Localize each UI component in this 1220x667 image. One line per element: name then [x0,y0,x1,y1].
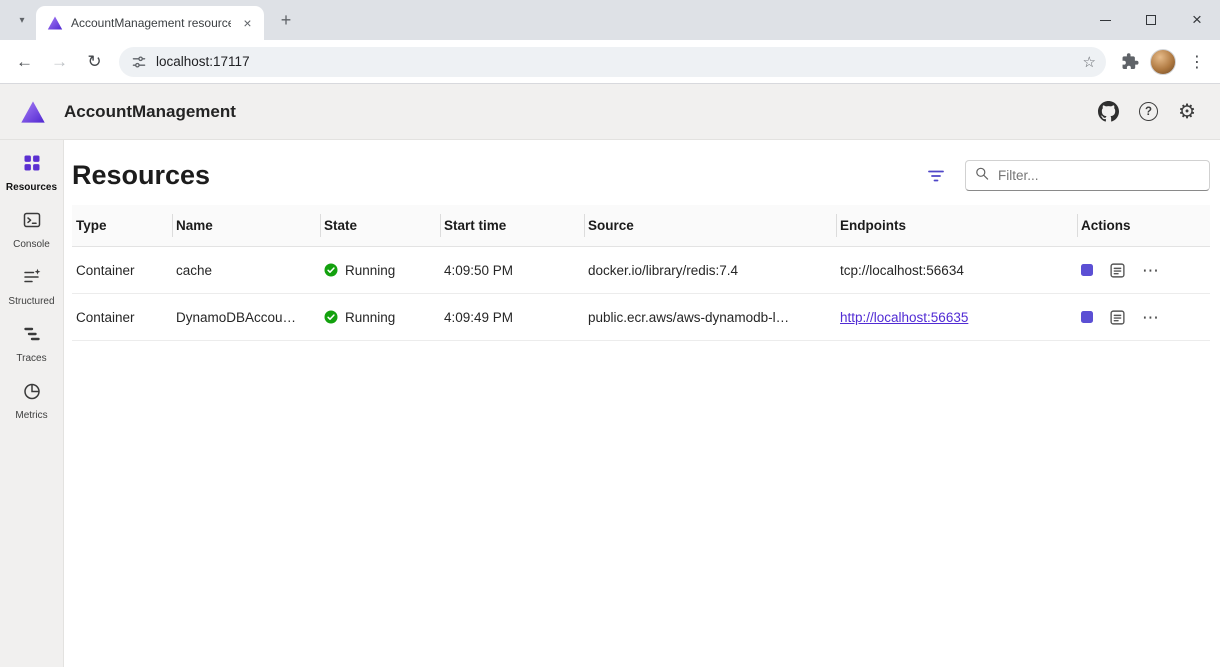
sidebar-item-metrics[interactable]: Metrics [0,372,63,429]
cell-source: public.ecr.aws/aws-dynamodb-l… [588,309,790,325]
structured-logs-icon [22,267,42,292]
settings-gear-icon[interactable]: ⚙ [1178,102,1196,122]
sidebar-label: Console [13,238,50,250]
running-check-icon [324,310,338,324]
minimize-icon [1099,19,1111,21]
tab-title: AccountManagement resources [71,16,231,30]
sidebar-item-console[interactable]: Console [0,201,63,258]
column-header-state: State [320,205,440,246]
sidebar-label: Structured [8,295,55,307]
cell-endpoint: http://localhost:56635 [836,310,1077,325]
tab-close-icon[interactable]: × [239,15,256,32]
console-logs-icon[interactable] [1109,262,1126,279]
cell-type: Container [76,309,135,325]
more-actions-icon[interactable]: ⋯ [1142,309,1159,326]
column-header-source: Source [584,205,836,246]
column-header-type: Type [76,218,107,233]
app-body: Resources Console Structured Traces Metr… [0,140,1220,667]
state-text: Running [345,262,396,278]
browser-toolbar: ← → ↻ localhost:17117 ☆ ⋮ [0,40,1220,84]
cell-source: docker.io/library/redis:7.4 [588,262,739,278]
sidebar-label: Traces [16,352,47,364]
profile-avatar[interactable] [1150,48,1176,75]
stop-button[interactable] [1081,264,1093,276]
search-icon [974,165,990,186]
sidebar-label: Resources [5,181,58,193]
cell-state: Running [320,263,440,278]
sidebar-item-resources[interactable]: Resources [0,144,63,201]
column-header-name: Name [172,205,320,246]
aspire-favicon-icon [47,15,63,31]
resources-table: Type Name State Start time Source Endpoi… [72,205,1210,341]
main-content: Resources Filter... Type Name State Star… [64,140,1220,667]
traces-gantt-icon [22,324,42,349]
new-tab-button[interactable]: + [272,6,300,34]
filter-input[interactable] [965,160,1210,191]
maximize-button[interactable] [1128,0,1174,40]
running-check-icon [324,263,338,277]
cell-start-time: 4:09:50 PM [444,262,514,278]
column-header-endpoints: Endpoints [836,205,1077,246]
resources-grid-icon [22,153,42,178]
stop-button[interactable] [1081,311,1093,323]
cell-state: Running [320,310,440,325]
minimize-button[interactable] [1082,0,1128,40]
column-header-start-time: Start time [440,205,584,246]
sidebar: Resources Console Structured Traces Metr… [0,140,64,667]
maximize-icon [1146,15,1156,25]
cell-type: Container [76,262,135,278]
reload-button[interactable]: ↻ [78,45,111,78]
state-text: Running [345,309,396,325]
address-bar[interactable]: localhost:17117 ☆ [119,46,1106,77]
app-title: AccountManagement [64,101,236,121]
console-logs-icon[interactable] [1109,309,1126,326]
browser-menu-icon[interactable]: ⋮ [1182,47,1212,77]
filter-funnel-icon[interactable] [921,161,951,191]
more-actions-icon[interactable]: ⋯ [1142,262,1159,279]
site-info-icon[interactable] [131,54,147,70]
page-tools [921,160,1210,191]
sidebar-item-traces[interactable]: Traces [0,315,63,372]
cell-name: cache [176,262,213,278]
page-head: Resources [72,140,1210,205]
metrics-pie-icon [22,381,42,406]
filter-search [965,160,1210,191]
forward-button[interactable]: → [43,45,76,78]
github-icon[interactable] [1098,101,1120,122]
sidebar-item-structured[interactable]: Structured [0,258,63,315]
help-icon[interactable]: ? [1139,102,1159,121]
window-close-button[interactable]: × [1174,0,1220,40]
table-header-row: Type Name State Start time Source Endpoi… [72,205,1210,247]
screen: ▾ AccountManagement resources × + × ← → … [0,0,1220,667]
url-text: localhost:17117 [156,54,250,69]
app-header: AccountManagement ? ⚙ [0,84,1220,140]
cell-endpoint: tcp://localhost:56634 [840,262,964,278]
table-row: Container DynamoDBAccou… Running 4:09:49… [72,294,1210,341]
browser-tab-strip: ▾ AccountManagement resources × + × [0,0,1220,40]
column-header-actions: Actions [1077,205,1210,246]
sidebar-label: Metrics [15,409,48,421]
endpoint-link[interactable]: http://localhost:56635 [840,310,968,325]
aspire-logo-icon [20,99,46,125]
extensions-icon[interactable] [1114,47,1144,77]
window-controls: × [1082,0,1220,40]
cell-actions: ⋯ [1077,309,1210,326]
back-button[interactable]: ← [8,45,41,78]
header-actions: ? ⚙ [1098,101,1196,122]
bookmark-star-icon[interactable]: ☆ [1083,53,1096,71]
table-row: Container cache Running 4:09:50 PM docke… [72,247,1210,294]
page-title: Resources [72,160,211,190]
console-terminal-icon [22,210,42,235]
aspire-dashboard: AccountManagement ? ⚙ Resources Console … [0,84,1220,667]
tab-search-chevron-icon[interactable]: ▾ [8,6,36,34]
cell-start-time: 4:09:49 PM [444,309,514,325]
browser-tab[interactable]: AccountManagement resources × [36,6,264,40]
cell-name: DynamoDBAccou… [176,309,297,325]
cell-actions: ⋯ [1077,262,1210,279]
